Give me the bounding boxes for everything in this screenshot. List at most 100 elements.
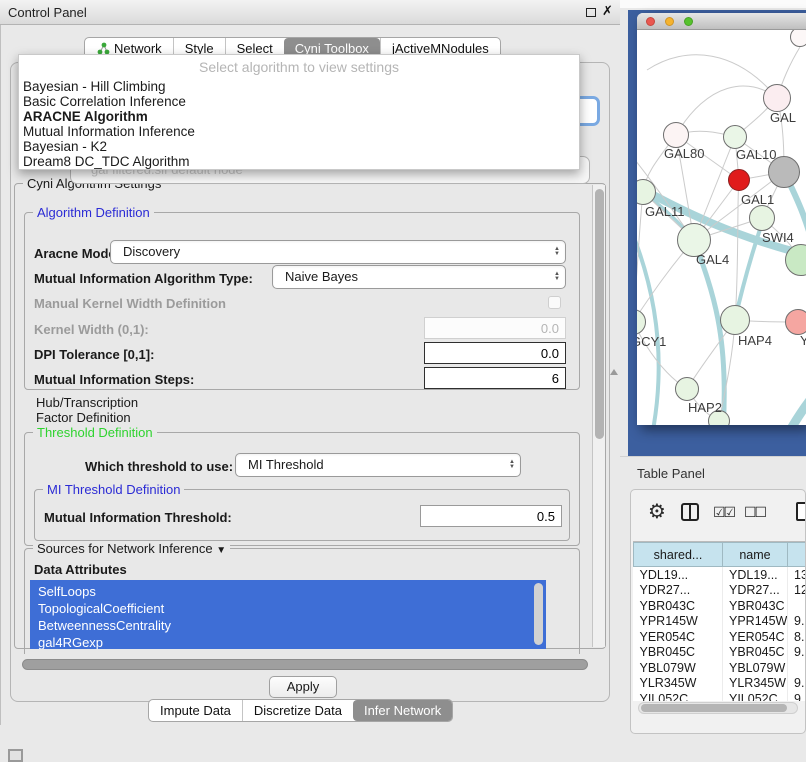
dpi-tolerance-field[interactable] bbox=[424, 342, 566, 364]
desktop: { "control_panel": { "title": "Control P… bbox=[0, 0, 806, 762]
which-threshold-label: Which threshold to use: bbox=[85, 459, 233, 474]
mi-type-label: Mutual Information Algorithm Type: bbox=[34, 271, 253, 286]
file-icon[interactable] bbox=[796, 502, 806, 521]
node-swi4[interactable] bbox=[749, 205, 775, 231]
close-icon[interactable]: ✗ bbox=[602, 3, 613, 19]
table-panel-box: ⚙ ☑☑ ☐☐ shared... name A YDL19...YDL19..… bbox=[630, 489, 806, 734]
minimize-traffic-light[interactable] bbox=[665, 17, 674, 26]
columns-icon[interactable] bbox=[681, 503, 699, 521]
tab-impute-data[interactable]: Impute Data bbox=[149, 700, 242, 721]
which-threshold-combo[interactable]: MI Threshold ▲▼ bbox=[235, 453, 521, 477]
aracne-mode-combo[interactable]: Discovery ▲▼ bbox=[110, 240, 566, 264]
table-row[interactable]: YIL052CYIL052C9 bbox=[634, 691, 806, 701]
collapse-arrow-icon[interactable]: ▼ bbox=[216, 545, 226, 556]
attribute-item-selected[interactable]: BetweennessCentrality bbox=[38, 617, 546, 634]
tab-discretize-data[interactable]: Discretize Data bbox=[242, 700, 353, 721]
which-threshold-value: MI Threshold bbox=[248, 457, 324, 472]
node-top-partial[interactable] bbox=[790, 30, 806, 47]
kernel-width-label: Kernel Width (0,1): bbox=[34, 322, 149, 337]
menu-item-basic-correlation[interactable]: Basic Correlation Inference bbox=[19, 94, 579, 109]
zoom-traffic-light[interactable] bbox=[684, 17, 693, 26]
node-gal2[interactable] bbox=[763, 84, 791, 112]
network-view-background: GAL GAL80 GAL10 GAL1 GAL11 SWI4 GAL4 HAP… bbox=[628, 10, 806, 456]
menu-item-dream8[interactable]: Dream8 DC_TDC Algorithm bbox=[19, 154, 579, 169]
algorithm-definition-title: Algorithm Definition bbox=[33, 205, 154, 220]
sources-group-title[interactable]: Sources for Network Inference ▼ bbox=[33, 541, 230, 556]
combo-stepper-icon: ▲▼ bbox=[509, 460, 515, 470]
mi-threshold-field[interactable] bbox=[420, 505, 562, 527]
node-label: GCY1 bbox=[637, 334, 666, 349]
dpi-tolerance-label: DPI Tolerance [0,1]: bbox=[34, 347, 154, 362]
manual-kernel-label: Manual Kernel Width Definition bbox=[34, 296, 226, 311]
mi-type-value: Naive Bayes bbox=[285, 269, 358, 284]
node-hap2[interactable] bbox=[675, 377, 699, 401]
table-hscrollbar[interactable] bbox=[638, 702, 798, 714]
dropdown-placeholder: Select algorithm to view settings bbox=[19, 55, 579, 79]
table-hscrollbar-thumb[interactable] bbox=[641, 704, 787, 712]
node-label: HAP4 bbox=[738, 333, 772, 348]
data-attributes-list[interactable]: SelfLoops TopologicalCoefficient Between… bbox=[30, 580, 546, 649]
control-panel-title: Control Panel bbox=[8, 5, 87, 20]
menu-item-aracne[interactable]: ARACNE Algorithm bbox=[19, 109, 579, 124]
network-window-titlebar[interactable] bbox=[637, 13, 806, 30]
mi-steps-label: Mutual Information Steps: bbox=[34, 372, 194, 387]
column-header-name[interactable]: name bbox=[723, 543, 788, 567]
table-row[interactable]: YBR043CYBR043C bbox=[634, 598, 806, 614]
aracne-mode-label: Aracne Mode: bbox=[34, 246, 120, 261]
table-row[interactable]: YBL079WYBL079W bbox=[634, 660, 806, 676]
menu-item-mutual-information[interactable]: Mutual Information Inference bbox=[19, 124, 579, 139]
settings-vscrollbar-thumb[interactable] bbox=[595, 189, 604, 439]
node-gal80[interactable] bbox=[663, 122, 689, 148]
node-label: GAL bbox=[770, 110, 796, 125]
menu-item-bayesian-hill-climbing[interactable]: Bayesian - Hill Climbing bbox=[19, 79, 579, 94]
column-header-shared-name[interactable]: shared... bbox=[634, 543, 723, 567]
data-attributes-label: Data Attributes bbox=[34, 562, 127, 577]
node-gal10[interactable] bbox=[723, 125, 747, 149]
network-canvas[interactable]: GAL GAL80 GAL10 GAL1 GAL11 SWI4 GAL4 HAP… bbox=[637, 30, 806, 425]
float-window-icon[interactable] bbox=[586, 8, 596, 17]
table-row[interactable]: YDL19...YDL19...13 bbox=[634, 567, 806, 583]
tab-infer-network[interactable]: Infer Network bbox=[353, 700, 452, 721]
table-row[interactable]: YDR27...YDR27...12 bbox=[634, 583, 806, 599]
node-label: GAL4 bbox=[696, 252, 729, 267]
table-row[interactable]: YLR345WYLR345W9. bbox=[634, 676, 806, 692]
attribute-item-selected[interactable]: gal4RGexp bbox=[38, 634, 546, 649]
algorithm-dropdown-popup: Select algorithm to view settings Bayesi… bbox=[18, 54, 580, 170]
node-gal1[interactable] bbox=[728, 169, 750, 191]
control-panel-titlebar[interactable]: Control Panel ✗ bbox=[0, 0, 620, 25]
close-traffic-light[interactable] bbox=[646, 17, 655, 26]
kernel-width-field[interactable] bbox=[424, 317, 566, 339]
menu-item-bayesian-k2[interactable]: Bayesian - K2 bbox=[19, 139, 579, 154]
manual-kernel-checkbox[interactable] bbox=[548, 296, 561, 309]
threshold-definition-title: Threshold Definition bbox=[33, 425, 157, 440]
attribute-item-selected[interactable]: SelfLoops bbox=[38, 583, 546, 600]
aracne-mode-value: Discovery bbox=[123, 244, 180, 259]
attribute-item-selected[interactable]: TopologicalCoefficient bbox=[38, 600, 546, 617]
table-row[interactable]: YBR045CYBR045C9. bbox=[634, 645, 806, 661]
mi-steps-field[interactable] bbox=[424, 367, 566, 389]
settings-hscrollbar[interactable] bbox=[22, 659, 588, 670]
collapsed-panel-icon[interactable] bbox=[8, 749, 23, 762]
node-label: HAP2 bbox=[688, 400, 722, 415]
settings-vscrollbar[interactable] bbox=[592, 185, 605, 647]
mi-threshold-label: Mutual Information Threshold: bbox=[44, 510, 232, 525]
node-label: GAL10 bbox=[736, 147, 776, 162]
network-window: GAL GAL80 GAL10 GAL1 GAL11 SWI4 GAL4 HAP… bbox=[637, 13, 806, 425]
mi-type-combo[interactable]: Naive Bayes ▲▼ bbox=[272, 265, 566, 289]
settings-gear-icon[interactable]: ⚙ bbox=[648, 499, 666, 524]
apply-button[interactable]: Apply bbox=[269, 676, 337, 698]
node-hap4[interactable] bbox=[720, 305, 750, 335]
attributes-list-scrollbar[interactable] bbox=[534, 583, 543, 645]
hub-definition-label: Hub/Transcription Factor Definition bbox=[36, 395, 138, 425]
panel-resize-handle[interactable] bbox=[610, 369, 618, 375]
column-header-partial[interactable]: A bbox=[788, 543, 806, 567]
node-pink[interactable] bbox=[785, 309, 806, 335]
node-label: GAL80 bbox=[664, 146, 704, 161]
node-label: SWI4 bbox=[762, 230, 794, 245]
node-table[interactable]: shared... name A YDL19...YDL19...13 YDR2… bbox=[633, 541, 806, 701]
table-row[interactable]: YPR145WYPR145W9. bbox=[634, 614, 806, 630]
deselect-all-icon[interactable]: ☐☐ bbox=[744, 504, 765, 521]
node-label: GAL1 bbox=[741, 192, 774, 207]
table-row[interactable]: YER054CYER054C8. bbox=[634, 629, 806, 645]
select-all-icon[interactable]: ☑☑ bbox=[713, 504, 734, 521]
